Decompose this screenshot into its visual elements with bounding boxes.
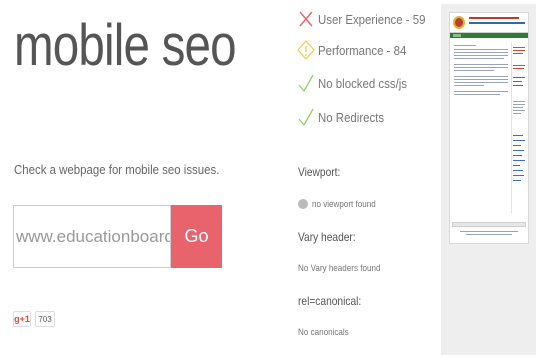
preview-sidebar-link [513, 155, 522, 156]
preview-sidebar-line [513, 107, 523, 108]
preview-heading-line [469, 22, 525, 24]
check-icon [298, 108, 314, 127]
preview-text-line [454, 55, 508, 56]
check-redirects: No Redirects [297, 107, 393, 127]
viewport-status-icon [298, 199, 308, 209]
preview-text-line [454, 94, 500, 95]
vary-header-title: Vary header: [298, 230, 356, 244]
preview-sidebar-link [513, 81, 522, 82]
page-title: mobile seo [14, 13, 237, 78]
preview-sidebar-link [513, 180, 521, 181]
preview-sidebar-link [513, 77, 525, 78]
go-button[interactable]: Go [171, 205, 222, 268]
check-label: No blocked css/js [318, 75, 408, 91]
check-icon [298, 74, 314, 93]
preview-sidebar-line [513, 65, 525, 66]
preview-sidebar-link [513, 150, 524, 151]
preview-text-line [454, 76, 508, 77]
url-input[interactable] [13, 205, 171, 268]
x-icon [299, 11, 313, 27]
check-performance: Performance - 84 [297, 40, 418, 60]
preview-text-line [454, 79, 508, 80]
preview-sidebar-link [513, 165, 520, 166]
preview-text-line [454, 82, 508, 83]
preview-sidebar-line [513, 47, 525, 48]
preview-text-line [454, 58, 504, 59]
viewport-text: no viewport found [312, 199, 376, 210]
preview-footer-line [460, 231, 518, 232]
gplus-count: 703 [35, 311, 55, 327]
preview-heading-line [469, 17, 519, 19]
preview-text-line [454, 45, 476, 46]
preview-sidebar-line [513, 110, 525, 111]
preview-sidebar-line [513, 104, 525, 105]
preview-nav-button [453, 34, 461, 37]
preview-sidebar-link [513, 85, 523, 86]
preview-text-line [454, 67, 508, 68]
preview-sidebar-line [513, 50, 525, 51]
preview-text-line [454, 52, 508, 53]
warning-icon [297, 40, 315, 60]
preview-sidebar-link [513, 170, 523, 171]
canonical-title: rel=canonical: [298, 294, 362, 308]
preview-sidebar-link [513, 160, 525, 161]
preview-sidebar-line [513, 101, 525, 102]
preview-text-line [454, 49, 508, 50]
gplus-button[interactable]: g+1 [13, 311, 31, 327]
preview-footer-line [466, 234, 512, 235]
check-label: Performance - 84 [318, 42, 407, 58]
vary-header-text: No Vary headers found [298, 263, 381, 274]
preview-logo [453, 16, 465, 29]
preview-sidebar-line [513, 113, 521, 114]
preview-sidebar-link [513, 135, 523, 136]
preview-sidebar-link [513, 140, 525, 141]
preview-sidebar-link [513, 175, 524, 176]
check-label: User Experience - 59 [318, 11, 426, 27]
preview-text-line [454, 70, 494, 71]
preview-navbar [450, 33, 528, 38]
preview-text-line [454, 85, 484, 86]
preview-text-line [454, 91, 508, 92]
preview-page [449, 12, 529, 244]
check-label: No Redirects [318, 109, 385, 125]
check-user-experience: User Experience - 59 [297, 9, 440, 29]
viewport-title: Viewport: [298, 165, 341, 179]
preview-sidebar-line [513, 68, 524, 69]
preview-sidebar-line [513, 53, 523, 54]
preview-sidebar-link [513, 145, 521, 146]
check-blocked-resources: No blocked css/js [297, 73, 419, 93]
mobile-preview [441, 4, 536, 355]
preview-footer [452, 222, 526, 227]
preview-text-line [454, 64, 508, 65]
canonical-text: No canonicals [298, 327, 349, 338]
intro-text: Check a webpage for mobile seo issues. [14, 162, 220, 177]
